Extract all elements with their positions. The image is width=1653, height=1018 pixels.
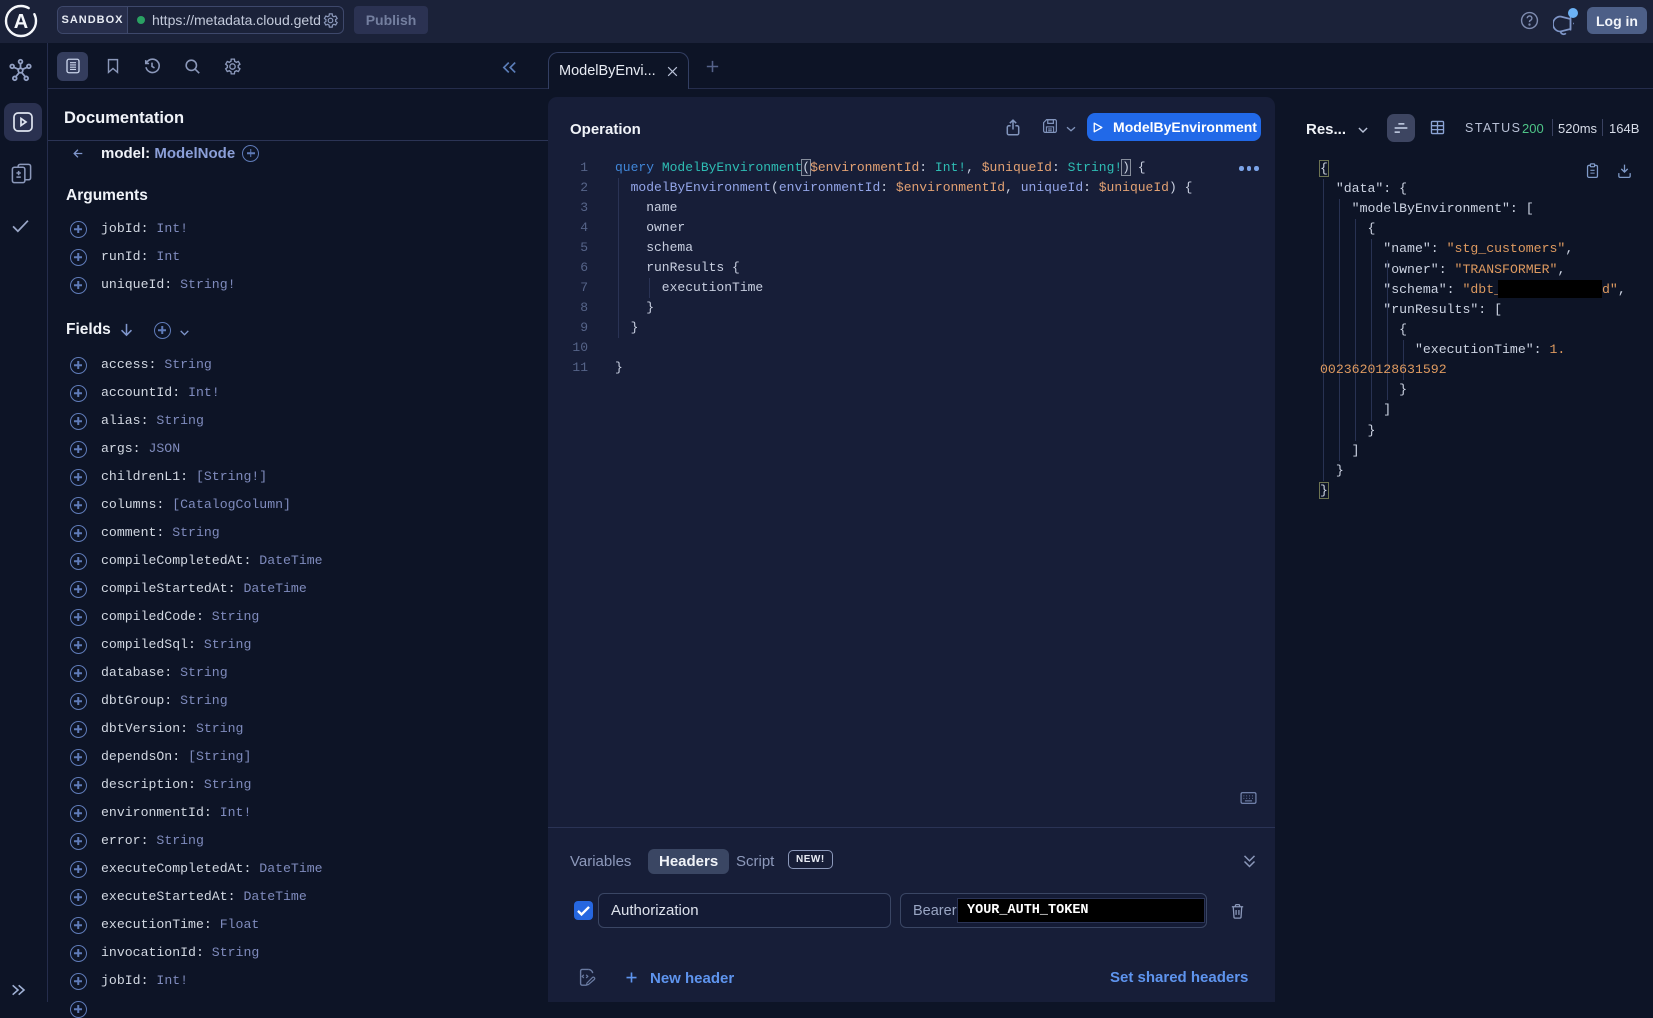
svg-text:A: A <box>14 11 28 33</box>
